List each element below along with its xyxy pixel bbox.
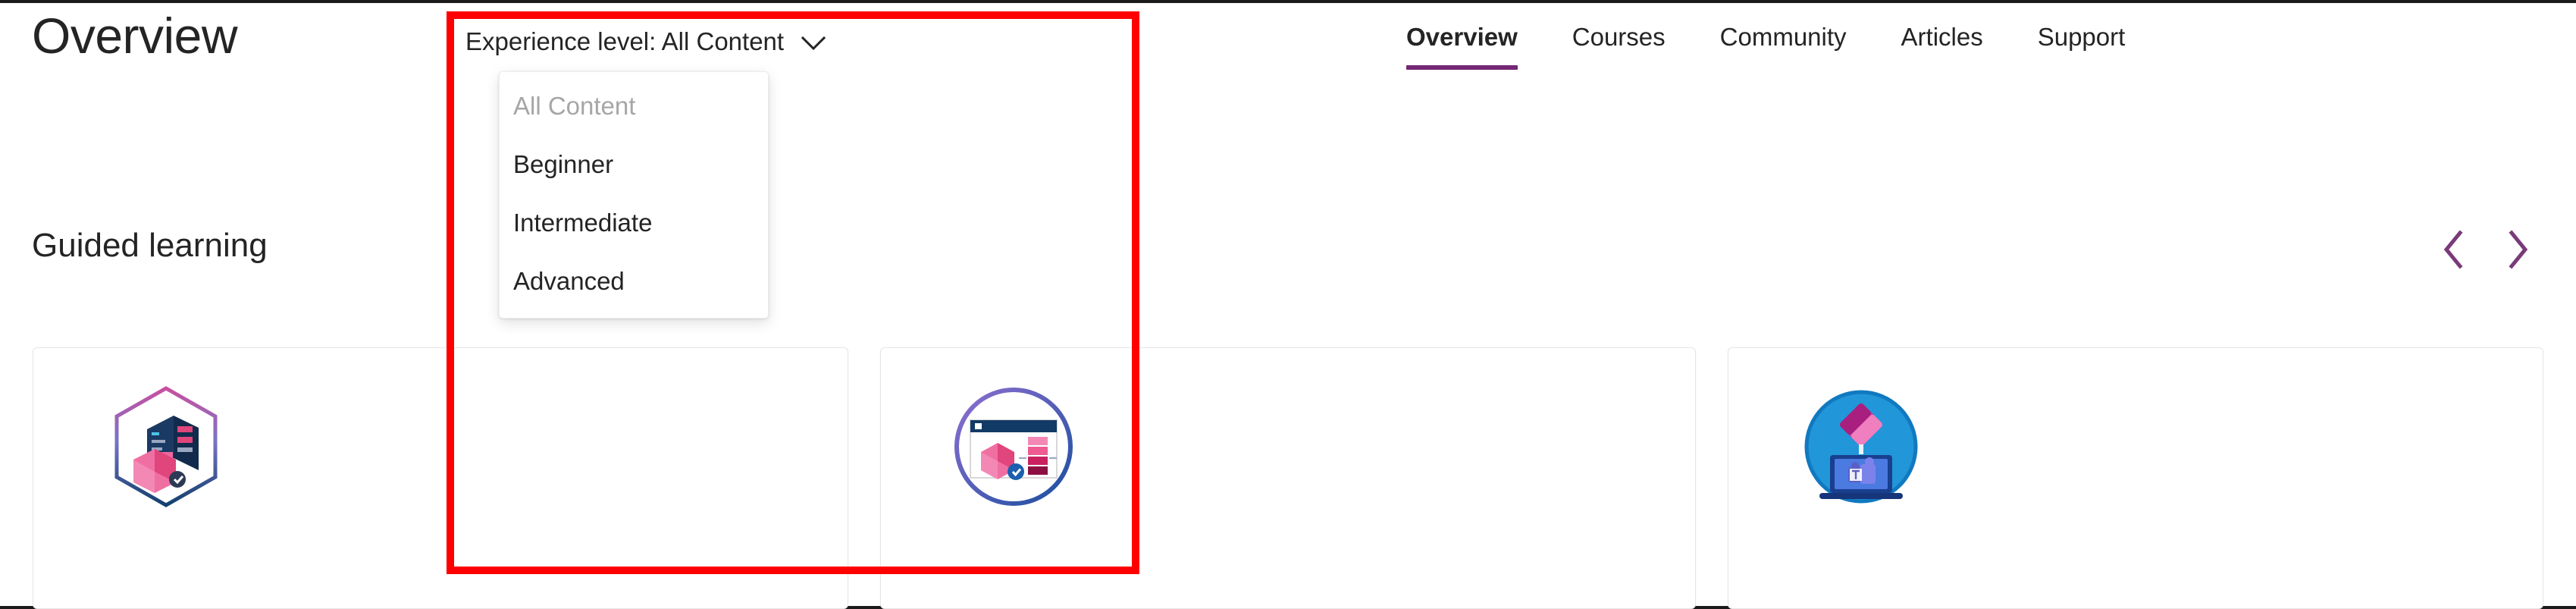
guided-learning-card[interactable] — [33, 347, 848, 609]
option-label: All Content — [513, 92, 636, 120]
tab-courses-label: Courses — [1572, 23, 1666, 51]
chevron-left-icon — [2443, 230, 2463, 269]
experience-level-option-advanced[interactable]: Advanced — [500, 252, 768, 310]
hexagon-dashboard-badge-icon — [102, 382, 230, 511]
tab-overview[interactable]: Overview — [1406, 17, 1518, 70]
experience-level-options-panel: All Content Beginner Intermediate Advanc… — [499, 71, 769, 319]
carousel-controls — [2432, 228, 2540, 272]
guided-learning-card[interactable] — [1728, 347, 2543, 609]
primary-nav: Overview Courses Community Articles Supp… — [1406, 17, 2125, 70]
experience-level-filter: Experience level: All Content All Conten… — [455, 17, 832, 319]
option-label: Advanced — [513, 267, 625, 295]
screenshot-root: Overview Overview Courses Community Arti… — [0, 0, 2576, 609]
option-label: Beginner — [513, 150, 614, 178]
carousel-prev-button[interactable] — [2432, 228, 2476, 272]
tab-articles-label: Articles — [1901, 23, 1983, 51]
guided-learning-card-list — [33, 347, 2543, 609]
experience-level-dropdown-button[interactable]: Experience level: All Content — [455, 17, 832, 67]
tab-articles[interactable]: Articles — [1901, 17, 1983, 70]
capture-frame-top — [0, 0, 2576, 3]
tab-overview-label: Overview — [1406, 23, 1518, 51]
chevron-down-icon — [801, 36, 826, 51]
circle-teams-laptop-badge-icon — [1797, 382, 1926, 511]
experience-level-option-intermediate[interactable]: Intermediate — [500, 193, 768, 252]
tab-community-label: Community — [1719, 23, 1847, 51]
experience-level-button-label: Experience level: All Content — [465, 27, 785, 55]
carousel-next-button[interactable] — [2496, 228, 2540, 272]
circle-dataset-browser-badge-icon — [949, 382, 1078, 511]
section-heading-guided-learning: Guided learning — [32, 227, 268, 264]
experience-level-option-beginner[interactable]: Beginner — [500, 135, 768, 193]
tab-community[interactable]: Community — [1720, 17, 1847, 70]
chevron-right-icon — [2509, 230, 2528, 269]
guided-learning-card[interactable] — [880, 347, 1696, 609]
experience-level-option-all-content[interactable]: All Content — [500, 77, 768, 135]
tab-support[interactable]: Support — [2038, 17, 2126, 70]
page-title: Overview — [32, 8, 238, 64]
option-label: Intermediate — [513, 209, 653, 237]
tab-support-label: Support — [2037, 23, 2126, 51]
tab-courses[interactable]: Courses — [1572, 17, 1666, 70]
